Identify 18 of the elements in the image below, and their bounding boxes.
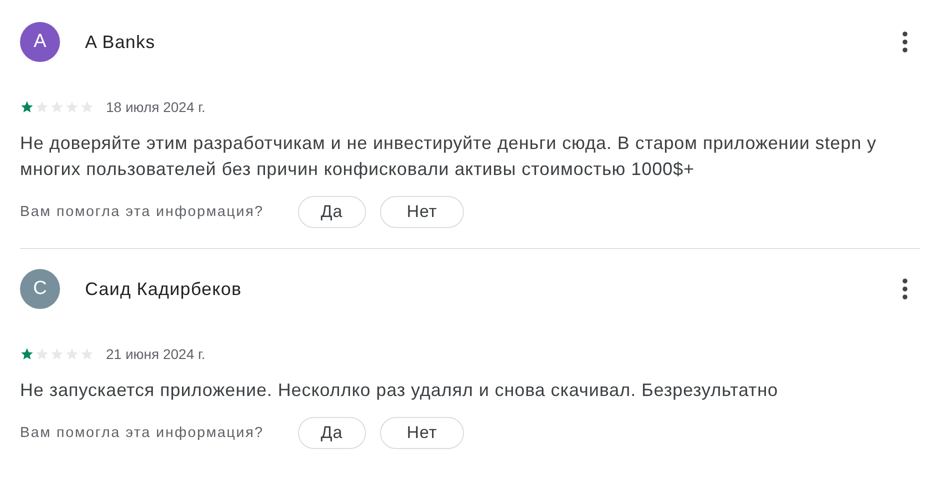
- avatar: A: [20, 22, 60, 62]
- author-name: Саид Кадирбеков: [85, 278, 242, 300]
- more-options-icon[interactable]: [902, 31, 908, 53]
- helpful-prompt: Вам помогла эта информация?: [20, 204, 264, 220]
- star-icon: [20, 347, 34, 361]
- vote-button[interactable]: Нет: [380, 417, 464, 449]
- review-date: 21 июня 2024 г.: [106, 346, 206, 362]
- vote-button[interactable]: Да: [298, 196, 366, 228]
- more-options-icon[interactable]: [902, 278, 908, 300]
- review-text: Не доверяйте этим разработчикам и не инвестируйте деньги сюда. В старом приложении stepn у многих пользователей без причин конфисковали активы стоимостью 1000$+: [20, 132, 878, 181]
- author-name: A Banks: [85, 32, 156, 52]
- helpful-prompt: Вам помогла эта информация?: [20, 425, 264, 441]
- avatar: С: [20, 269, 60, 309]
- review-text: Не запускается приложение. Несколлко раз удалял и снова скачивал. Безрезультатно: [20, 379, 780, 402]
- star-icon: [20, 100, 34, 114]
- vote-button[interactable]: Да: [298, 417, 366, 449]
- vote-button[interactable]: Нет: [380, 196, 464, 228]
- review-date: 18 июля 2024 г.: [106, 99, 206, 115]
